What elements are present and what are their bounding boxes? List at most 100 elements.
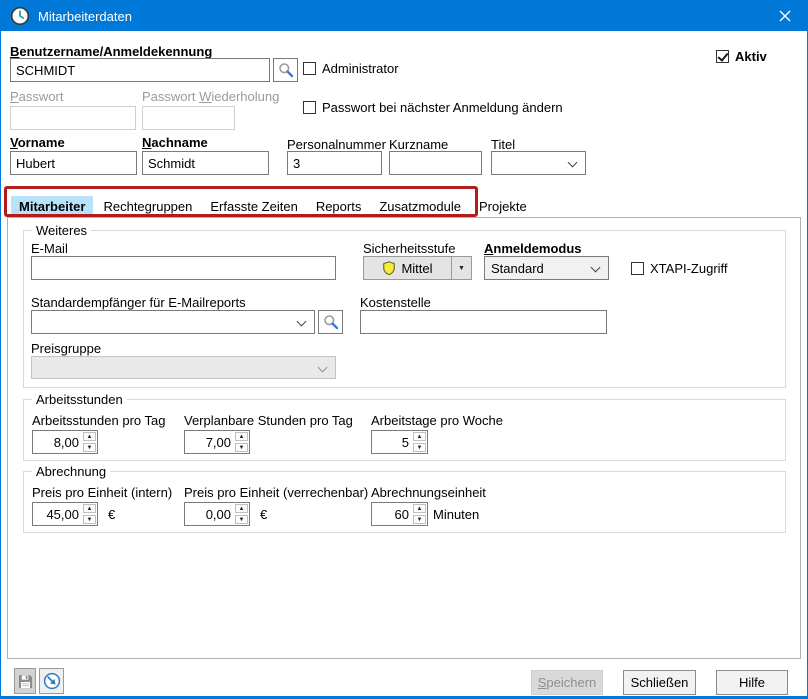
password-input <box>10 106 136 130</box>
close-button[interactable] <box>762 1 807 31</box>
empfaenger-search-button[interactable] <box>318 310 343 334</box>
abrechnungseinheit-spinner: ▲▼ <box>371 502 428 526</box>
kurzname-input[interactable] <box>389 151 482 175</box>
title-bar: Mitarbeiterdaten <box>1 1 807 31</box>
abrechnung-group-label: Abrechnung <box>32 464 110 479</box>
xtapi-checkbox[interactable]: XTAPI-Zugriff <box>631 261 728 276</box>
sicherheitsstufe-value: Mittel <box>401 261 432 276</box>
email-input[interactable] <box>31 256 336 280</box>
spin-up-button[interactable]: ▲ <box>413 504 426 513</box>
nachname-input[interactable] <box>142 151 269 175</box>
kurzname-label: Kurzname <box>389 137 448 152</box>
preis-intern-label: Preis pro Einheit (intern) <box>32 485 172 500</box>
titel-label: Titel <box>491 137 515 152</box>
spin-down-button[interactable]: ▼ <box>413 515 426 524</box>
spin-down-button[interactable]: ▼ <box>83 515 96 524</box>
nachname-label: Nachname <box>142 135 208 150</box>
chevron-down-icon <box>568 158 578 168</box>
arbeitsstunden-pro-tag-spinner: ▲▼ <box>32 430 98 454</box>
sicherheitsstufe-dropdown-button[interactable]: ▼ <box>451 256 472 280</box>
mitarbeiterdaten-dialog: Mitarbeiterdaten Benutzername/Anmeldeken… <box>0 0 808 699</box>
password-repeat-input <box>142 106 235 130</box>
tab-rechtegruppen[interactable]: Rechtegruppen <box>95 196 200 217</box>
spin-up-button[interactable]: ▲ <box>235 504 248 513</box>
tab-zusatzmodule[interactable]: Zusatzmodule <box>371 196 469 217</box>
spin-up-button[interactable]: ▲ <box>413 432 426 441</box>
username-label: Benutzername/Anmeldekennung <box>10 44 212 59</box>
spin-up-button[interactable]: ▲ <box>83 432 96 441</box>
tab-strip: Mitarbeiter Rechtegruppen Erfasste Zeite… <box>11 196 537 217</box>
password-change-checkbox[interactable]: Passwort bei nächster Anmeldung ändern <box>303 100 563 115</box>
kostenstelle-label: Kostenstelle <box>360 295 431 310</box>
verplanbare-stunden-label: Verplanbare Stunden pro Tag <box>184 413 353 428</box>
password-label: Passwort <box>10 89 63 104</box>
tab-reports[interactable]: Reports <box>308 196 370 217</box>
preis-intern-currency: € <box>108 507 115 522</box>
clock-icon <box>10 6 30 26</box>
preis-verrechenbar-currency: € <box>260 507 267 522</box>
save-tool-button[interactable] <box>14 668 36 694</box>
username-input[interactable] <box>10 58 270 82</box>
email-label: E-Mail <box>31 241 68 256</box>
magnifier-icon <box>278 62 294 78</box>
preisgruppe-label: Preisgruppe <box>31 341 101 356</box>
spin-down-button[interactable]: ▼ <box>83 443 96 452</box>
hilfe-button[interactable]: Hilfe <box>716 670 788 695</box>
spin-up-button[interactable]: ▲ <box>83 504 96 513</box>
schliessen-button[interactable]: Schließen <box>623 670 696 695</box>
administrator-checkbox[interactable]: Administrator <box>303 61 399 76</box>
weiteres-group-label: Weiteres <box>32 223 91 238</box>
apply-tool-button[interactable] <box>39 668 64 694</box>
preis-verrechenbar-input[interactable] <box>185 503 234 525</box>
anmeldemodus-value: Standard <box>491 261 544 276</box>
empfaenger-dropdown[interactable] <box>31 310 315 334</box>
arbeitstage-pro-woche-spinner: ▲▼ <box>371 430 428 454</box>
close-icon <box>779 10 791 22</box>
spin-down-button[interactable]: ▼ <box>413 443 426 452</box>
spin-down-button[interactable]: ▼ <box>235 443 248 452</box>
vorname-input[interactable] <box>10 151 137 175</box>
spin-down-button[interactable]: ▼ <box>235 515 248 524</box>
tab-projekte[interactable]: Projekte <box>471 196 535 217</box>
personalnummer-input[interactable] <box>287 151 382 175</box>
window-bottom-border <box>1 696 807 698</box>
checkbox-box <box>303 62 316 75</box>
arbeitsstunden-pro-tag-label: Arbeitsstunden pro Tag <box>32 413 165 428</box>
anmeldemodus-dropdown[interactable]: Standard <box>484 256 609 280</box>
spin-up-button[interactable]: ▲ <box>235 432 248 441</box>
window-title: Mitarbeiterdaten <box>38 9 132 24</box>
administrator-label: Administrator <box>322 61 399 76</box>
kostenstelle-input[interactable] <box>360 310 607 334</box>
abrechnungseinheit-unit: Minuten <box>433 507 479 522</box>
chevron-down-icon <box>318 363 328 373</box>
arbeitstage-pro-woche-label: Arbeitstage pro Woche <box>371 413 503 428</box>
shield-icon <box>382 261 396 275</box>
verplanbare-stunden-input[interactable] <box>185 431 234 453</box>
arbeitstage-pro-woche-input[interactable] <box>372 431 412 453</box>
aktiv-label: Aktiv <box>735 49 767 64</box>
abrechnungseinheit-label: Abrechnungseinheit <box>371 485 486 500</box>
tab-mitarbeiter[interactable]: Mitarbeiter <box>11 196 93 217</box>
checkbox-box <box>631 262 644 275</box>
vorname-label: Vorname <box>10 135 65 150</box>
preis-intern-input[interactable] <box>33 503 82 525</box>
chevron-down-icon <box>591 263 601 273</box>
chevron-down-icon <box>297 317 307 327</box>
circular-arrow-icon <box>43 672 61 690</box>
aktiv-checkbox[interactable]: Aktiv <box>716 49 767 64</box>
sicherheitsstufe-button[interactable]: Mittel <box>363 256 452 280</box>
floppy-disk-icon <box>18 674 33 689</box>
dropdown-arrow-icon: ▼ <box>458 265 465 272</box>
arbeitsstunden-group-label: Arbeitsstunden <box>32 392 127 407</box>
tab-erfasste-zeiten[interactable]: Erfasste Zeiten <box>202 196 305 217</box>
username-search-button[interactable] <box>273 58 298 82</box>
abrechnungseinheit-input[interactable] <box>372 503 412 525</box>
xtapi-label: XTAPI-Zugriff <box>650 261 728 276</box>
password-change-label: Passwort bei nächster Anmeldung ändern <box>322 100 563 115</box>
empfaenger-label: Standardempfänger für E-Mailreports <box>31 295 246 310</box>
sicherheitsstufe-label: Sicherheitsstufe <box>363 241 456 256</box>
arbeitsstunden-pro-tag-input[interactable] <box>33 431 82 453</box>
speichern-button: Speichern <box>531 670 603 695</box>
titel-dropdown[interactable] <box>491 151 586 175</box>
magnifier-icon <box>323 314 339 330</box>
